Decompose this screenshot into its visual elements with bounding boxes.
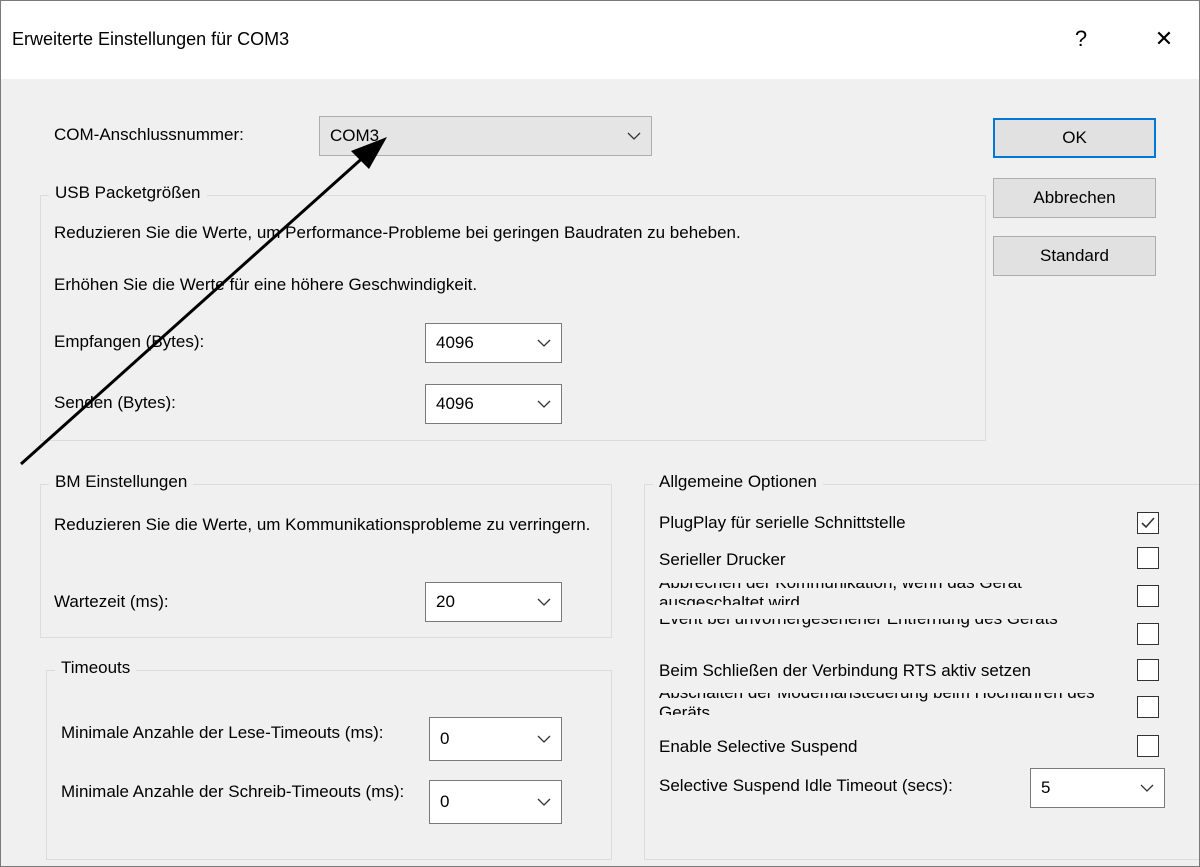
com-port-label: COM-Anschlussnummer: (54, 125, 244, 144)
bm-desc: Reduzieren Sie die Werte, um Kommunikati… (54, 515, 591, 534)
usb-desc-increase: Erhöhen Sie die Werte für eine höhere Ge… (54, 275, 478, 294)
write-timeout-select[interactable]: 0 (429, 780, 562, 824)
window-title: Erweiterte Einstellungen für COM3 (12, 29, 290, 49)
cancel-if-power-off-checkbox[interactable] (1137, 585, 1159, 607)
plugplay-checkbox[interactable] (1137, 512, 1159, 534)
usb-group-legend: USB Packetgrößen (49, 183, 207, 203)
send-label: Senden (Bytes): (54, 393, 176, 412)
dialog-window: Erweiterte Einstellungen für COM3 ? ✕ CO… (0, 0, 1200, 867)
cancel-if-power-off-label-clip: Abbrechen der Kommunikation, wenn das Ge… (659, 583, 1129, 605)
checkmark-icon (1141, 517, 1155, 529)
receive-size-value: 4096 (436, 333, 474, 352)
chevron-down-icon (627, 132, 641, 140)
surprise-removal-label: Event bei unvorhergesehener Entfernung d… (659, 619, 1129, 629)
chevron-down-icon (537, 798, 551, 806)
timeouts-group-legend: Timeouts (55, 658, 137, 678)
help-button[interactable]: ? (1061, 19, 1101, 59)
disable-modem-ctrl-checkbox[interactable] (1137, 696, 1159, 718)
surprise-removal-label-clip: Event bei unvorhergesehener Entfernung d… (659, 619, 1129, 641)
surprise-removal-checkbox[interactable] (1137, 623, 1159, 645)
read-timeout-label: Minimale Anzahle der Lese-Timeouts (ms): (61, 723, 384, 742)
send-size-select[interactable]: 4096 (425, 384, 562, 424)
write-timeout-value: 0 (440, 792, 450, 811)
ok-button[interactable]: OK (993, 118, 1156, 158)
com-port-select[interactable]: COM3 (319, 116, 652, 156)
bm-group-legend: BM Einstellungen (49, 472, 194, 492)
chevron-down-icon (537, 400, 551, 408)
idle-timeout-select[interactable]: 5 (1030, 768, 1165, 808)
cancel-button[interactable]: Abbrechen (993, 178, 1156, 218)
options-group-legend: Allgemeine Optionen (653, 472, 823, 492)
timeouts-group: Timeouts (46, 658, 612, 860)
latency-select[interactable]: 20 (425, 582, 562, 622)
selective-suspend-checkbox[interactable] (1137, 735, 1159, 757)
rts-on-close-checkbox[interactable] (1137, 659, 1159, 681)
rts-on-close-label: Beim Schließen der Verbindung RTS aktiv … (659, 661, 1031, 680)
write-timeout-label: Minimale Anzahle der Schreib-Timeouts (m… (61, 782, 405, 801)
cancel-if-power-off-label: Abbrechen der Kommunikation, wenn das Ge… (659, 583, 1022, 605)
standard-button[interactable]: Standard (993, 236, 1156, 276)
chevron-down-icon (537, 735, 551, 743)
chevron-down-icon (1140, 784, 1154, 792)
idle-timeout-label: Selective Suspend Idle Timeout (secs): (659, 776, 953, 795)
read-timeout-value: 0 (440, 729, 450, 748)
latency-value: 20 (436, 592, 455, 611)
chevron-down-icon (537, 339, 551, 347)
receive-size-select[interactable]: 4096 (425, 323, 562, 363)
selective-suspend-label: Enable Selective Suspend (659, 737, 858, 756)
title-bar: Erweiterte Einstellungen für COM3 ? ✕ (1, 1, 1199, 79)
usb-desc-reduce: Reduzieren Sie die Werte, um Performance… (54, 223, 741, 242)
receive-label: Empfangen (Bytes): (54, 332, 205, 351)
chevron-down-icon (537, 598, 551, 606)
close-button[interactable]: ✕ (1144, 19, 1184, 59)
serial-printer-label: Serieller Drucker (659, 550, 786, 569)
disable-modem-ctrl-label-clip: Abschalten der Modemansteuerung beim Hoc… (659, 693, 1129, 715)
plugplay-label: PlugPlay für serielle Schnittstelle (659, 513, 906, 532)
send-size-value: 4096 (436, 394, 474, 413)
read-timeout-select[interactable]: 0 (429, 717, 562, 761)
disable-modem-ctrl-label: Abschalten der Modemansteuerung beim Hoc… (659, 693, 1095, 715)
com-port-value: COM3 (330, 126, 380, 145)
latency-label: Wartezeit (ms): (54, 592, 169, 611)
serial-printer-checkbox[interactable] (1137, 547, 1159, 569)
idle-timeout-value: 5 (1041, 778, 1051, 797)
